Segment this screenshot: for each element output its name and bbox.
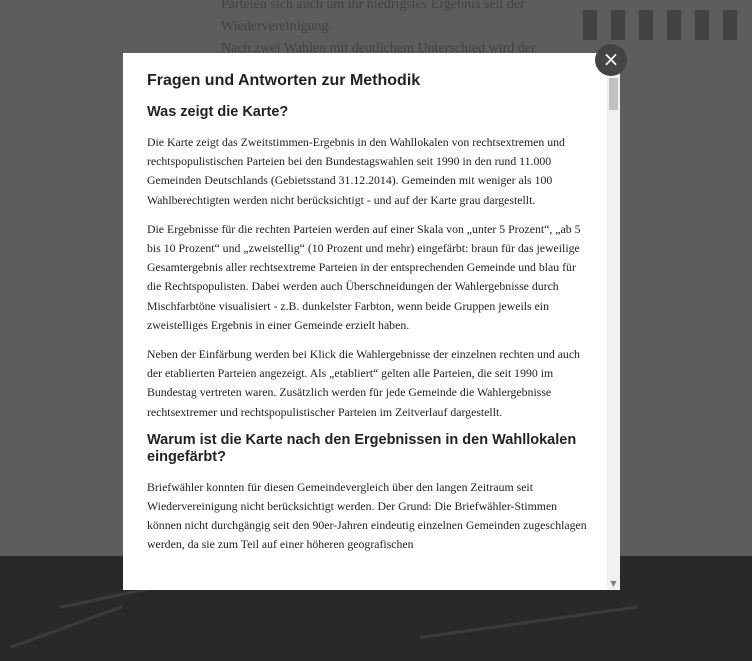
methodology-modal: Fragen und Antworten zur Methodik Was ze… [123, 53, 620, 590]
scroll-down-icon[interactable]: ▼ [609, 578, 618, 590]
section-heading: Warum ist die Karte nach den Ergebnissen… [147, 431, 577, 465]
section-paragraph: Neben der Einfärbung werden bei Klick di… [147, 347, 580, 419]
close-button[interactable]: × [595, 44, 627, 76]
scrollbar-thumb[interactable] [609, 78, 618, 110]
modal-content: Fragen und Antworten zur Methodik Was ze… [147, 67, 592, 590]
section-paragraph: Die Ergebnisse für die rechten Parteien … [147, 221, 581, 332]
section-heading: Was zeigt die Karte? [147, 104, 289, 120]
modal-scrollbar[interactable]: ▲ ▼ [607, 53, 620, 590]
section-paragraph: Briefwähler konnten für diesen Gemeindev… [147, 479, 587, 552]
close-icon: × [602, 47, 620, 71]
section-paragraph: Die Karte zeigt das Zweitstimmen-Ergebni… [147, 135, 565, 207]
modal-title: Fragen und Antworten zur Methodik [147, 72, 421, 89]
